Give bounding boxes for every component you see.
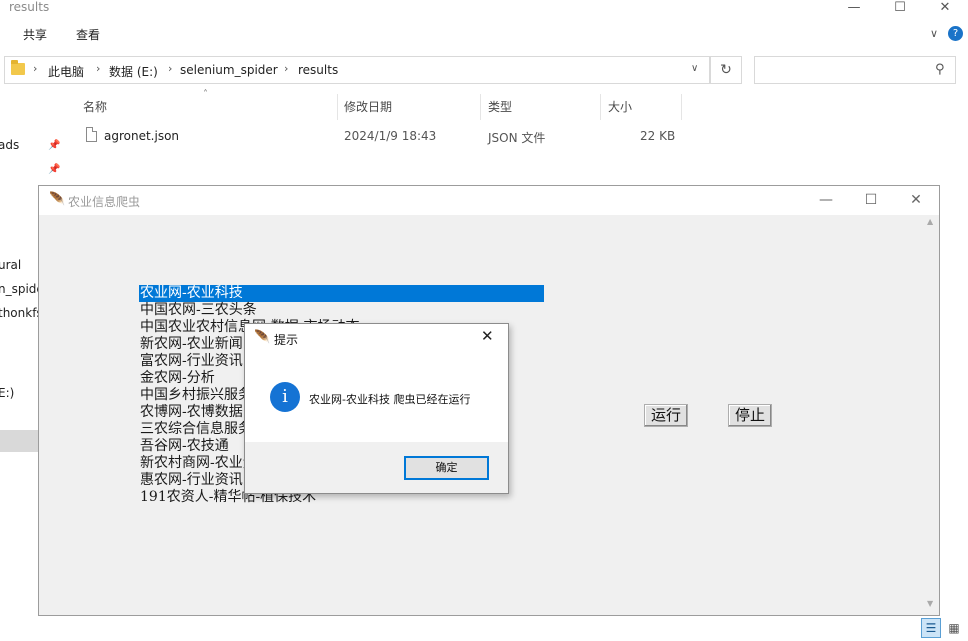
help-icon[interactable]: ? (948, 26, 963, 41)
pin-icon[interactable]: 📌 (48, 164, 60, 175)
dialog-close-icon[interactable]: ✕ (481, 327, 494, 345)
nav-item-downloads[interactable]: ads (0, 138, 19, 152)
close-button[interactable]: ✕ (922, 0, 968, 18)
explorer-window-title: results (9, 0, 50, 14)
folder-icon (11, 60, 25, 75)
file-date: 2024/1/9 18:43 (344, 129, 437, 143)
search-input[interactable]: ⚲ (754, 56, 956, 84)
column-header-date[interactable]: 修改日期 (344, 98, 392, 115)
file-icon (86, 127, 97, 142)
feather-icon: 🪶 (254, 330, 271, 345)
stop-button[interactable]: 停止 (728, 404, 772, 427)
details-view-icon[interactable]: ☰ (921, 618, 941, 638)
file-type: JSON 文件 (488, 131, 546, 145)
tiles-view-icon[interactable]: ▦ (944, 618, 964, 638)
list-item[interactable]: 农业网-农业科技 (139, 285, 544, 302)
column-divider[interactable] (337, 94, 338, 120)
info-dialog: 🪶 提示 ✕ i 农业网-农业科技 爬虫已经在运行 确定 (244, 323, 509, 494)
chevron-right-icon[interactable]: › (284, 62, 288, 75)
app-titlebar: 🪶 农业信息爬虫 — ☐ ✕ (39, 186, 939, 215)
ribbon: 共享 查看 (0, 18, 968, 48)
ok-button[interactable]: 确定 (404, 456, 489, 480)
chevron-right-icon[interactable]: › (33, 62, 37, 75)
feather-icon: 🪶 (49, 192, 66, 207)
run-button[interactable]: 运行 (644, 404, 688, 427)
nav-item-folder[interactable]: ural (0, 258, 21, 272)
vertical-scrollbar[interactable]: ▲ ▼ (924, 215, 939, 615)
nav-item-drive[interactable]: E:) (0, 386, 14, 400)
app-title: 农业信息爬虫 (68, 195, 141, 209)
list-item[interactable]: 中国农网-三农头条 (139, 302, 549, 319)
info-icon: i (270, 382, 300, 412)
nav-item-folder[interactable]: thonkfs (0, 306, 43, 320)
dialog-title: 提示 (274, 333, 299, 347)
breadcrumb-selenium-spider[interactable]: selenium_spider (180, 63, 278, 77)
dialog-footer: 确定 (245, 442, 508, 493)
column-divider[interactable] (480, 94, 481, 120)
chevron-right-icon[interactable]: › (96, 62, 100, 75)
chevron-down-icon[interactable]: ∨ (691, 63, 698, 74)
dialog-message: 农业网-农业科技 爬虫已经在运行 (309, 393, 471, 406)
column-header-type[interactable]: 类型 (488, 98, 512, 115)
pin-icon[interactable]: 📌 (48, 140, 60, 151)
file-size: 22 KB (640, 129, 676, 143)
app-maximize-button[interactable]: ☐ (848, 186, 894, 215)
chevron-right-icon[interactable]: › (168, 62, 172, 75)
scroll-up-icon[interactable]: ▲ (927, 217, 933, 226)
column-header-name[interactable]: 名称 (83, 98, 107, 115)
ribbon-tab-view[interactable]: 查看 (76, 26, 100, 43)
ribbon-expand-chevron-icon[interactable]: ∨ (930, 27, 938, 40)
search-icon: ⚲ (935, 62, 945, 77)
refresh-icon: ↻ (720, 62, 732, 78)
breadcrumb-drive[interactable]: 数据 (E:) (109, 63, 158, 80)
breadcrumb-this-pc[interactable]: 此电脑 (48, 63, 84, 80)
explorer-titlebar: results — ☐ ✕ (0, 0, 968, 18)
refresh-button[interactable]: ↻ (710, 56, 742, 84)
ribbon-tab-share[interactable]: 共享 (23, 26, 47, 43)
column-divider[interactable] (600, 94, 601, 120)
status-bar (0, 618, 968, 641)
app-close-button[interactable]: ✕ (893, 186, 939, 215)
column-divider[interactable] (681, 94, 682, 120)
breadcrumb-results[interactable]: results (298, 63, 338, 77)
app-minimize-button[interactable]: — (803, 186, 849, 215)
column-header-size[interactable]: 大小 (608, 98, 632, 115)
maximize-button[interactable]: ☐ (877, 0, 923, 18)
scroll-down-icon[interactable]: ▼ (927, 599, 933, 608)
minimize-button[interactable]: — (831, 0, 877, 18)
file-name[interactable]: agronet.json (104, 129, 179, 143)
nav-item-selected[interactable] (0, 430, 40, 452)
address-bar[interactable]: › 此电脑 › 数据 (E:) › selenium_spider › resu… (4, 56, 710, 84)
sort-ascending-icon: ˄ (203, 89, 208, 100)
